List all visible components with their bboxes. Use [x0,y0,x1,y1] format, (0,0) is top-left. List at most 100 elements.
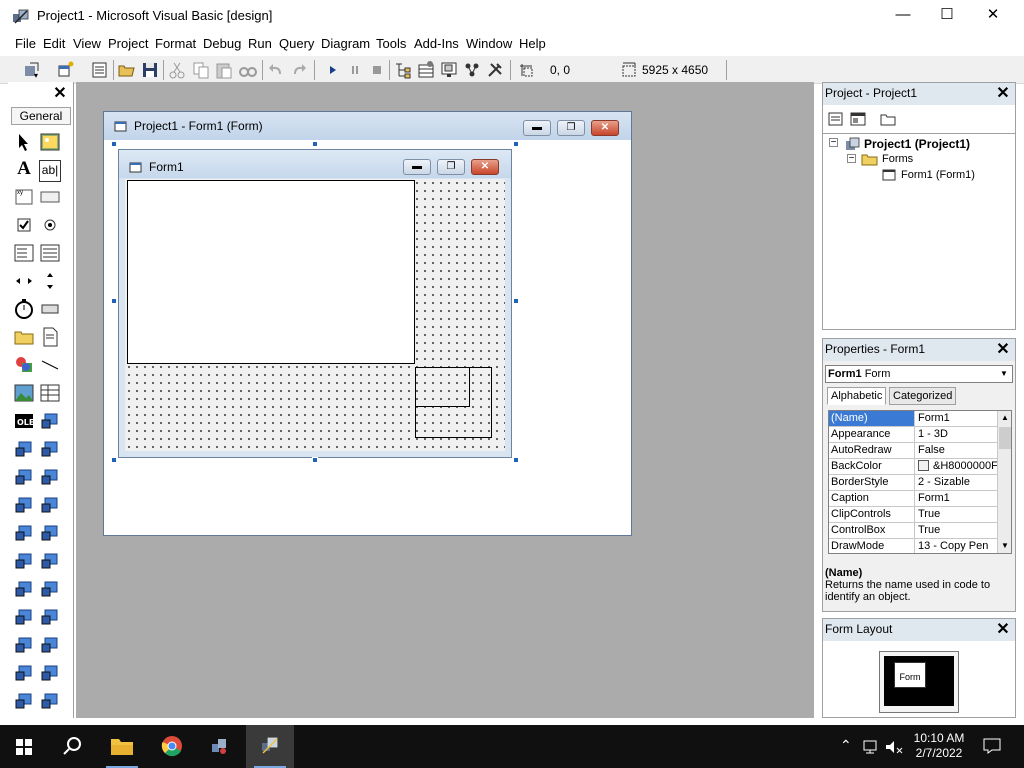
project-explorer-icon[interactable] [393,60,413,80]
custom-control-icon[interactable] [39,494,61,516]
form-position-preview[interactable]: Form [894,662,926,688]
vscrollbar-tool-icon[interactable] [39,270,61,292]
property-value[interactable]: 1 - 3D [916,427,999,442]
collapse-icon[interactable]: − [829,138,838,148]
notifications-icon[interactable] [982,737,1002,755]
hscrollbar-tool-icon[interactable] [13,270,35,292]
property-row[interactable]: DrawMode 13 - Copy Pen [829,539,999,553]
menu-debug[interactable]: Debug [203,36,241,51]
taskbar-file-explorer[interactable] [98,725,146,768]
image-tool-icon[interactable] [13,382,35,404]
menu-diagram[interactable]: Diagram [321,36,370,51]
menu-tools[interactable]: Tools [376,36,406,51]
save-project-icon[interactable] [140,60,160,80]
tab-categorized[interactable]: Categorized [889,387,957,405]
form1-maximize-button[interactable]: ❐ [437,159,465,175]
custom-control-icon[interactable] [39,410,61,432]
custom-control-icon[interactable] [13,690,35,712]
end-icon[interactable] [367,60,387,80]
form-layout-close-button[interactable]: ✕ [993,620,1013,640]
find-icon[interactable] [238,60,258,80]
dirlistbox-tool-icon[interactable] [13,326,35,348]
object-browser-icon[interactable] [462,60,482,80]
tree-form1-node[interactable]: Form1 (Form1) [901,169,975,181]
menu-view[interactable]: View [73,36,101,51]
chevron-up-icon[interactable]: ⌃ [840,737,852,754]
textbox-control[interactable] [127,180,415,364]
redo-icon[interactable] [289,60,309,80]
pointer-tool-icon[interactable] [13,131,35,153]
custom-control-icon[interactable] [39,606,61,628]
menu-edit[interactable]: Edit [43,36,65,51]
property-row[interactable]: BorderStyle 2 - Sizable [829,475,999,491]
custom-control-icon[interactable] [13,634,35,656]
resize-handle-bottom-right[interactable] [513,457,519,463]
property-value[interactable]: True [916,507,999,522]
filelistbox-tool-icon[interactable] [39,326,61,348]
menu-file[interactable]: File [15,36,36,51]
form-layout-icon[interactable] [439,60,459,80]
menu-format[interactable]: Format [155,36,196,51]
resize-handle-bottom-left[interactable] [111,457,117,463]
resize-handle-top-left[interactable] [111,141,117,147]
custom-control-icon[interactable] [13,522,35,544]
timer-tool-icon[interactable] [13,298,35,320]
form1-title-bar[interactable]: Form1 ▬ ❐ ✕ [119,150,511,178]
custom-control-icon[interactable] [39,662,61,684]
form1-close-button[interactable]: ✕ [471,159,499,175]
menu-help[interactable]: Help [519,36,546,51]
taskbar-chrome[interactable] [148,725,196,768]
scroll-thumb[interactable] [999,427,1011,449]
maximize-button[interactable]: ☐ [924,0,970,32]
frame-control-inner[interactable] [415,367,470,407]
custom-control-icon[interactable] [13,606,35,628]
collapse-icon[interactable]: − [847,154,856,164]
custom-control-icon[interactable] [13,662,35,684]
form1-client-area[interactable] [125,179,505,451]
property-row[interactable]: BackColor &H8000000F [829,459,999,475]
search-icon[interactable] [48,725,96,768]
copy-icon[interactable] [191,60,211,80]
resize-handle-top[interactable] [312,141,318,147]
property-value[interactable]: 2 - Sizable [916,475,999,490]
start-icon[interactable] [322,60,342,80]
listbox-tool-icon[interactable] [39,242,61,264]
tree-project-node[interactable]: Project1 (Project1) [864,137,970,151]
property-row[interactable]: Caption Form1 [829,491,999,507]
toolbox-icon[interactable] [485,60,505,80]
close-button[interactable]: ✕ [970,0,1016,32]
toggle-folders-icon[interactable] [879,111,897,127]
properties-close-button[interactable]: ✕ [993,340,1013,360]
cut-icon[interactable] [167,60,187,80]
property-value[interactable]: False [916,443,999,458]
start-button-icon[interactable] [0,725,48,768]
undo-icon[interactable] [266,60,286,80]
menu-project[interactable]: Project [108,36,148,51]
break-icon[interactable] [345,60,365,80]
network-icon[interactable] [862,739,880,755]
ole-tool-icon[interactable]: OLE [13,410,35,432]
property-row[interactable]: ControlBox True [829,523,999,539]
tab-alphabetic[interactable]: Alphabetic [827,387,887,405]
custom-control-icon[interactable] [39,690,61,712]
add-project-icon[interactable]: ▾ [22,60,42,80]
drivelistbox-tool-icon[interactable] [39,298,61,320]
resize-handle-bottom[interactable] [312,457,318,463]
resize-handle-top-right[interactable] [513,141,519,147]
property-row[interactable]: (Name) Form1 [829,411,999,427]
scroll-up-icon[interactable]: ▲ [998,411,1011,425]
view-code-icon[interactable] [827,111,845,127]
property-row[interactable]: AutoRedraw False [829,443,999,459]
scroll-down-icon[interactable]: ▼ [998,539,1011,553]
designer-restore-button[interactable]: ❐ [557,120,585,136]
designer-title-bar[interactable]: Project1 - Form1 (Form) ▬ ❐ ✕ [104,112,631,140]
optionbutton-tool-icon[interactable] [39,214,61,236]
combobox-tool-icon[interactable] [13,242,35,264]
property-row[interactable]: ClipControls True [829,507,999,523]
custom-control-icon[interactable] [39,550,61,572]
paste-icon[interactable] [214,60,234,80]
property-value[interactable]: Form1 [916,411,999,426]
shape-tool-icon[interactable] [13,354,35,376]
menu-add-ins[interactable]: Add-Ins [414,36,459,51]
property-scrollbar[interactable]: ▲ ▼ [997,411,1011,553]
